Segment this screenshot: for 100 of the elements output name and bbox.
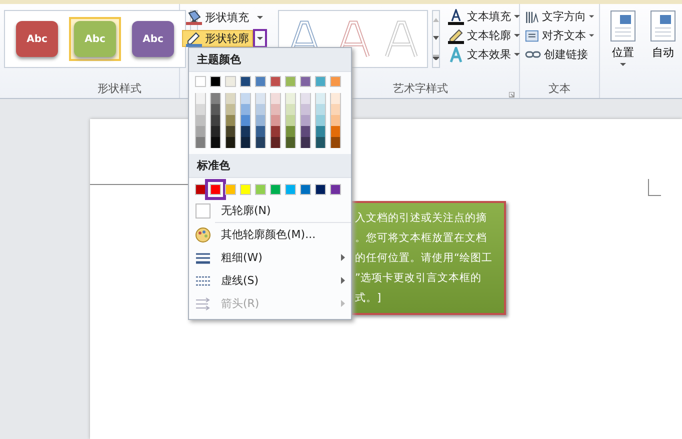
color-swatch[interactable] — [270, 184, 281, 195]
caret-icon — [514, 53, 520, 56]
color-swatch[interactable] — [195, 76, 206, 87]
text-line: 的任何位置。请使用“绘图工 — [355, 251, 494, 266]
color-swatch[interactable] — [270, 93, 281, 104]
color-swatch[interactable] — [255, 104, 266, 115]
caret-icon — [514, 15, 520, 18]
color-swatch[interactable] — [225, 184, 236, 195]
color-swatch[interactable] — [225, 104, 236, 115]
text-outline-button[interactable]: 文本轮廓 — [444, 27, 524, 44]
color-swatch[interactable] — [240, 93, 251, 104]
letter-a-icon — [448, 46, 464, 62]
color-swatch[interactable] — [210, 76, 221, 87]
menu-item[interactable]: 虚线(S) — [189, 269, 351, 292]
create-link-button[interactable]: 创建链接 — [524, 46, 595, 63]
section-heading: 标准色 — [189, 154, 351, 178]
text-effects-button[interactable]: 文本效果 — [444, 46, 524, 63]
color-swatch[interactable] — [270, 115, 281, 126]
color-swatch[interactable] — [195, 115, 206, 126]
text-line: ”选项卡更改引言文本框的 — [355, 271, 482, 286]
color-swatch[interactable] — [225, 93, 236, 104]
color-swatch[interactable] — [300, 137, 311, 148]
color-swatch[interactable] — [285, 93, 296, 104]
page-layout-icon — [610, 10, 636, 42]
color-swatch[interactable] — [330, 115, 341, 126]
color-swatch[interactable] — [240, 104, 251, 115]
color-swatch[interactable] — [195, 137, 206, 148]
color-swatch[interactable] — [210, 137, 221, 148]
menu-item[interactable]: 粗细(W) — [189, 246, 351, 269]
group-label: 形状样式 — [96, 81, 142, 97]
color-swatch[interactable] — [330, 126, 341, 137]
color-swatch[interactable] — [285, 184, 296, 195]
caret-icon — [620, 63, 626, 66]
color-swatch[interactable] — [315, 115, 326, 126]
letter-a-icon — [384, 18, 420, 60]
color-swatch[interactable] — [255, 115, 266, 126]
shape-fill-button[interactable]: 形状填充 — [182, 9, 253, 26]
color-swatch[interactable] — [300, 76, 311, 87]
group-label: 文本 — [548, 81, 572, 97]
color-swatch[interactable] — [240, 137, 251, 148]
color-swatch[interactable] — [255, 126, 266, 137]
color-swatch[interactable] — [270, 126, 281, 137]
color-swatch[interactable] — [330, 184, 341, 195]
color-swatch[interactable] — [330, 137, 341, 148]
color-swatch[interactable] — [315, 184, 326, 195]
color-swatch[interactable] — [285, 76, 296, 87]
menu-item[interactable]: 无轮廓(N) — [189, 199, 351, 222]
color-swatch[interactable] — [270, 76, 281, 87]
color-swatch[interactable] — [270, 137, 281, 148]
paint-bucket-icon — [186, 10, 202, 26]
color-swatch[interactable] — [210, 104, 221, 115]
color-swatch[interactable] — [210, 126, 221, 137]
color-swatch[interactable] — [195, 93, 206, 104]
text-fill-button[interactable]: 文本填充 — [444, 8, 524, 25]
color-swatch[interactable] — [195, 184, 206, 195]
color-swatch[interactable] — [225, 76, 236, 87]
color-swatch[interactable] — [285, 104, 296, 115]
color-swatch[interactable] — [315, 137, 326, 148]
color-swatch[interactable] — [195, 126, 206, 137]
section-heading: 主题颜色 — [189, 48, 351, 72]
color-swatch[interactable] — [240, 115, 251, 126]
color-swatch[interactable] — [300, 184, 311, 195]
pen-icon — [448, 28, 464, 44]
color-swatch[interactable] — [315, 126, 326, 137]
color-swatch[interactable] — [225, 137, 236, 148]
shape-outline-button[interactable]: 形状轮廓 — [182, 30, 253, 47]
color-swatch[interactable] — [315, 93, 326, 104]
color-swatch[interactable] — [300, 93, 311, 104]
color-swatch[interactable] — [195, 104, 206, 115]
color-swatch[interactable] — [285, 137, 296, 148]
color-swatch[interactable] — [300, 104, 311, 115]
color-swatch[interactable] — [270, 104, 281, 115]
color-swatch[interactable] — [255, 93, 266, 104]
text-direction-button[interactable]: 文字方向 — [524, 8, 595, 25]
color-swatch[interactable] — [330, 93, 341, 104]
color-swatch[interactable] — [225, 115, 236, 126]
wrap-text-button[interactable]: 自动 — [644, 6, 682, 98]
color-swatch[interactable] — [300, 126, 311, 137]
menu-item[interactable]: 其他轮廓颜色(M)... — [189, 223, 351, 246]
color-swatch[interactable] — [255, 184, 266, 195]
color-swatch[interactable] — [330, 76, 341, 87]
color-swatch[interactable] — [225, 126, 236, 137]
color-swatch[interactable] — [255, 76, 266, 87]
color-swatch[interactable] — [300, 115, 311, 126]
position-button[interactable]: 位置 — [604, 6, 642, 98]
arrows-icon — [195, 296, 211, 312]
text-line: 入文档的引述或关注点的摘 — [355, 211, 488, 226]
color-swatch[interactable] — [210, 93, 221, 104]
color-swatch[interactable] — [255, 137, 266, 148]
color-swatch[interactable] — [240, 76, 251, 87]
color-swatch[interactable] — [210, 115, 221, 126]
dialog-launcher-icon — [509, 92, 515, 98]
color-swatch[interactable] — [285, 126, 296, 137]
align-text-button[interactable]: 对齐文本 — [524, 27, 595, 44]
color-swatch[interactable] — [240, 126, 251, 137]
color-swatch[interactable] — [240, 184, 251, 195]
color-swatch[interactable] — [315, 104, 326, 115]
color-swatch[interactable] — [315, 76, 326, 87]
color-swatch[interactable] — [285, 115, 296, 126]
color-swatch[interactable] — [330, 104, 341, 115]
